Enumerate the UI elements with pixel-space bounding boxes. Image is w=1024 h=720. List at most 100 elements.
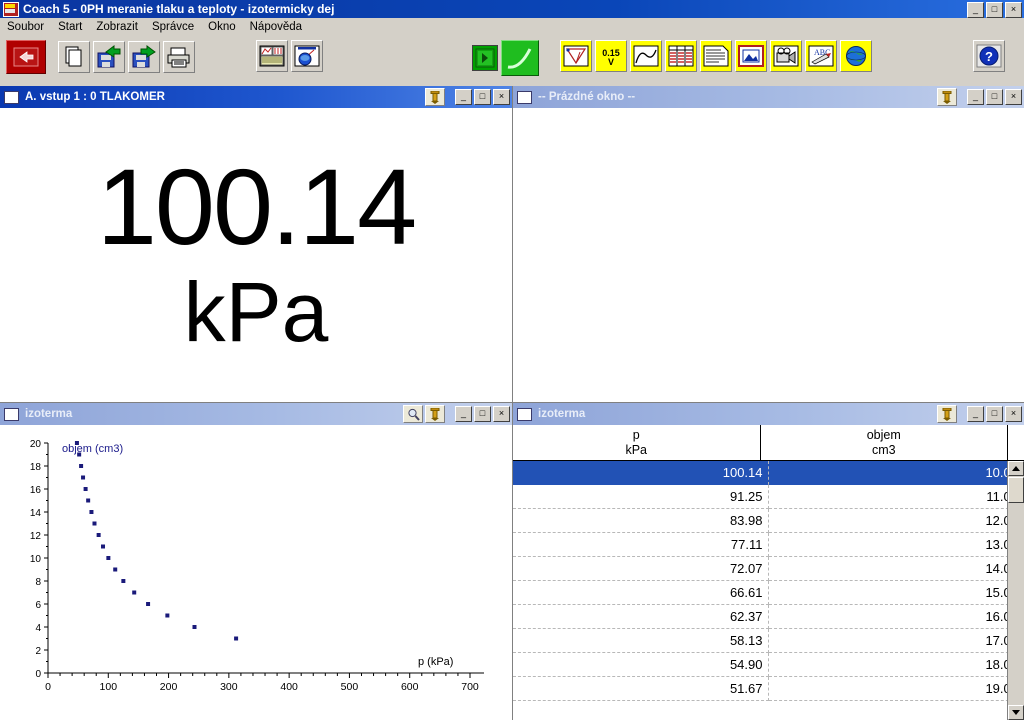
- data-point[interactable]: [96, 533, 101, 537]
- cell-volume[interactable]: 15.00: [768, 581, 1024, 605]
- back-exit-button[interactable]: [6, 40, 46, 74]
- data-point[interactable]: [77, 452, 82, 457]
- table-row[interactable]: 62.37 16.00: [513, 605, 1024, 629]
- data-point[interactable]: [146, 602, 151, 606]
- cell-volume[interactable]: 13.00: [768, 533, 1024, 557]
- empty-minimize-button[interactable]: _: [967, 89, 984, 105]
- scroll-down-arrow[interactable]: [1008, 705, 1024, 720]
- data-point[interactable]: [92, 521, 97, 526]
- data-point[interactable]: [83, 487, 88, 491]
- save-file-button[interactable]: [128, 41, 160, 73]
- menu-item-napoveda[interactable]: Nápověda: [243, 20, 309, 34]
- graph-maximize-button[interactable]: □: [474, 406, 491, 422]
- text-display-button[interactable]: [700, 40, 732, 72]
- column-header-objem[interactable]: objem cm3: [761, 425, 1008, 460]
- cell-volume[interactable]: 11.00: [768, 485, 1024, 509]
- new-document-button[interactable]: [58, 41, 90, 73]
- cell-pressure[interactable]: 62.37: [513, 605, 769, 629]
- cell-volume[interactable]: 17.00: [768, 629, 1024, 653]
- cell-volume[interactable]: 12.00: [768, 509, 1024, 533]
- data-point[interactable]: [81, 475, 86, 480]
- graph-window-body[interactable]: 0 2 4 6 8 10 12 14 16 18 20 0 100 200 300 400 500 600 700 o…: [0, 425, 512, 720]
- cell-pressure[interactable]: 58.13: [513, 629, 769, 653]
- sensor-setup-button[interactable]: [291, 40, 323, 72]
- data-point[interactable]: [192, 625, 197, 629]
- empty-close-button[interactable]: ×: [1005, 89, 1022, 105]
- video-display-button[interactable]: [770, 40, 802, 72]
- table-body[interactable]: 100.14 10.00 91.25 11.00 83.98 12.00 77.11 13.0…: [513, 461, 1024, 701]
- data-point[interactable]: [234, 636, 239, 641]
- menu-item-okno[interactable]: Okno: [201, 20, 243, 34]
- digital-display-button[interactable]: 0.15 V: [595, 40, 627, 72]
- cell-volume[interactable]: 18.00: [768, 653, 1024, 677]
- table-row[interactable]: 77.11 13.00: [513, 533, 1024, 557]
- cell-volume[interactable]: 19.00: [768, 677, 1024, 701]
- cell-volume[interactable]: 14.00: [768, 557, 1024, 581]
- pin-icon[interactable]: [425, 88, 445, 106]
- data-point[interactable]: [101, 544, 106, 549]
- data-point[interactable]: [165, 613, 170, 618]
- menu-item-zobrazit[interactable]: Zobrazit: [89, 20, 145, 34]
- cell-volume[interactable]: 16.00: [768, 605, 1024, 629]
- start-measurement-button[interactable]: [501, 40, 539, 76]
- izoterma-scatter-plot[interactable]: 024681012141618200 100 200 300 400 500 600 700o…: [0, 425, 512, 720]
- data-point[interactable]: [132, 590, 137, 595]
- menu-item-start[interactable]: Start: [51, 20, 89, 34]
- graph-window-titlebar[interactable]: izoterma _ □ ×: [0, 403, 512, 425]
- cell-pressure[interactable]: 51.67: [513, 677, 769, 701]
- data-point[interactable]: [113, 567, 118, 572]
- empty-window-body[interactable]: [513, 108, 1024, 402]
- pin-icon[interactable]: [937, 405, 957, 423]
- cell-pressure[interactable]: 54.90: [513, 653, 769, 677]
- table-row[interactable]: 66.61 15.00: [513, 581, 1024, 605]
- pin-icon[interactable]: [937, 88, 957, 106]
- table-vertical-scrollbar[interactable]: [1007, 461, 1024, 720]
- print-button[interactable]: [163, 41, 195, 73]
- step-run-button[interactable]: [472, 45, 498, 71]
- menu-item-soubor[interactable]: Soubor: [0, 20, 51, 34]
- table-window-titlebar[interactable]: izoterma _ □ ×: [513, 403, 1024, 425]
- graph-display-button[interactable]: [630, 40, 662, 72]
- cell-pressure[interactable]: 77.11: [513, 533, 769, 557]
- window-menu-icon[interactable]: [4, 407, 19, 421]
- table-row[interactable]: 54.90 18.00: [513, 653, 1024, 677]
- empty-maximize-button[interactable]: □: [986, 89, 1003, 105]
- data-point[interactable]: [74, 441, 79, 445]
- table-minimize-button[interactable]: _: [967, 406, 984, 422]
- data-point[interactable]: [79, 464, 84, 468]
- table-row[interactable]: 91.25 11.00: [513, 485, 1024, 509]
- table-close-button[interactable]: ×: [1005, 406, 1022, 422]
- meter-close-button[interactable]: ×: [493, 89, 510, 105]
- meter-window-titlebar[interactable]: A. vstup 1 : 0 TLAKOMER _ □ ×: [0, 86, 512, 108]
- window-menu-icon[interactable]: [517, 407, 532, 421]
- window-menu-icon[interactable]: [4, 90, 19, 104]
- cell-pressure[interactable]: 72.07: [513, 557, 769, 581]
- cell-volume[interactable]: 10.00: [768, 461, 1024, 485]
- column-header-p[interactable]: p kPa: [513, 425, 761, 460]
- cell-pressure[interactable]: 66.61: [513, 581, 769, 605]
- meter-display-button[interactable]: [560, 40, 592, 72]
- table-row[interactable]: 51.67 19.00: [513, 677, 1024, 701]
- empty-window-titlebar[interactable]: -- Prázdné okno -- _ □ ×: [513, 86, 1024, 108]
- measurement-settings-button[interactable]: [256, 40, 288, 72]
- data-point[interactable]: [121, 579, 126, 583]
- data-point[interactable]: [86, 498, 91, 503]
- meter-minimize-button[interactable]: _: [455, 89, 472, 105]
- maximize-button[interactable]: □: [986, 2, 1003, 18]
- meter-maximize-button[interactable]: □: [474, 89, 491, 105]
- graph-minimize-button[interactable]: _: [455, 406, 472, 422]
- data-point[interactable]: [89, 510, 94, 514]
- menu-item-spravce[interactable]: Správce: [145, 20, 201, 34]
- graph-close-button[interactable]: ×: [493, 406, 510, 422]
- table-row[interactable]: 100.14 10.00: [513, 461, 1024, 485]
- web-display-button[interactable]: [840, 40, 872, 72]
- scrollbar-thumb[interactable]: [1008, 477, 1024, 503]
- table-row[interactable]: 58.13 17.00: [513, 629, 1024, 653]
- table-display-button[interactable]: [665, 40, 697, 72]
- table-maximize-button[interactable]: □: [986, 406, 1003, 422]
- magnifier-icon[interactable]: [403, 405, 423, 423]
- annotation-button[interactable]: ABC: [805, 40, 837, 72]
- picture-display-button[interactable]: [735, 40, 767, 72]
- cell-pressure[interactable]: 83.98: [513, 509, 769, 533]
- cell-pressure[interactable]: 91.25: [513, 485, 769, 509]
